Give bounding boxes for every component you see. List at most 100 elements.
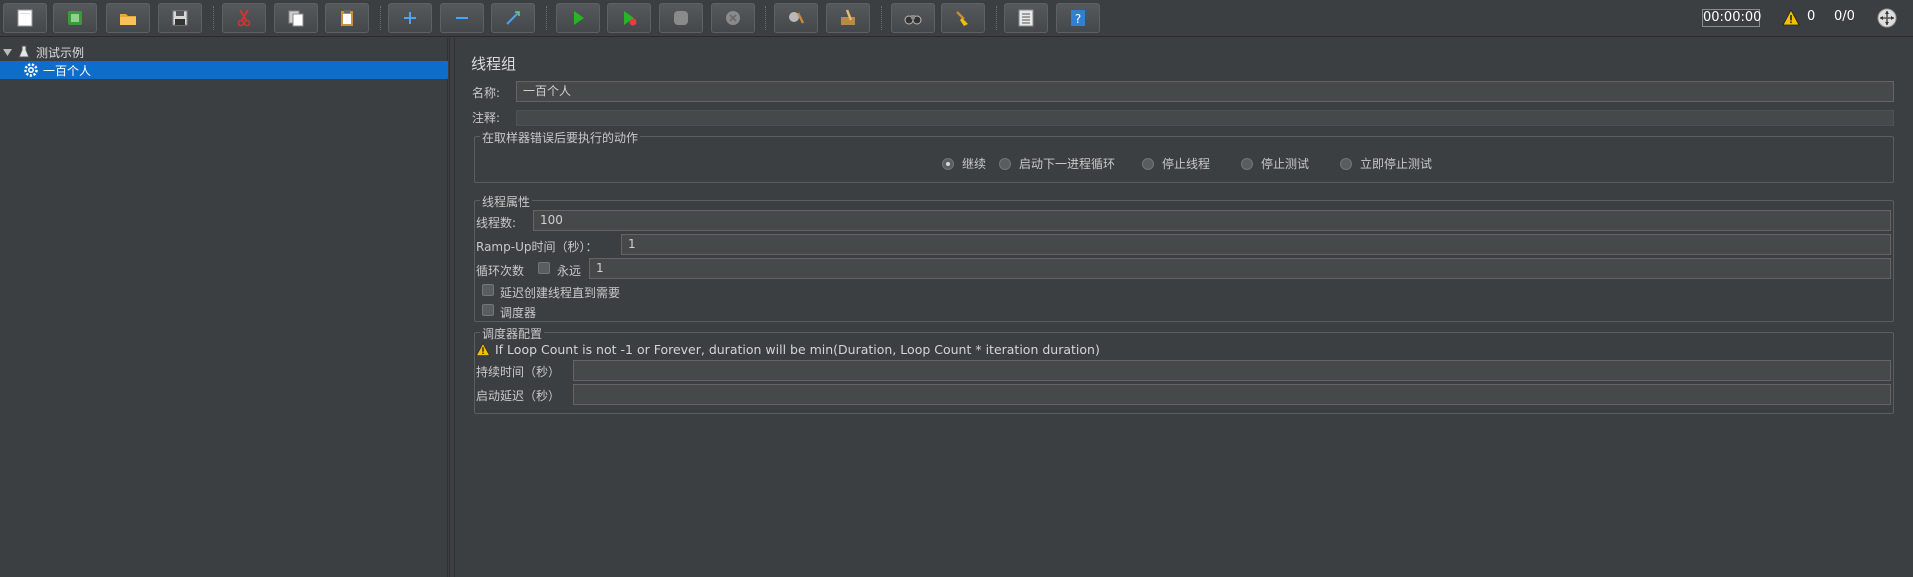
- rampup-field[interactable]: 1: [621, 234, 1891, 255]
- split-pane-divider[interactable]: [449, 38, 455, 577]
- radio-stop-thread[interactable]: 停止线程: [1142, 155, 1210, 172]
- elapsed-timer: 00:00:00: [1702, 9, 1762, 27]
- forever-label: 永远: [557, 264, 582, 278]
- gear-icon: [24, 63, 38, 77]
- loop-count-label: 循环次数: [476, 264, 525, 278]
- test-plan-icon: [18, 45, 30, 58]
- svg-text:?: ?: [1075, 12, 1081, 26]
- copy-button[interactable]: [274, 3, 318, 33]
- play-timer-icon: [624, 11, 637, 26]
- scheduler-label: 调度器: [500, 306, 537, 320]
- radio-label: 停止测试: [1261, 157, 1310, 171]
- toolbar-separator: [881, 6, 882, 30]
- toolbar-separator: [546, 6, 547, 30]
- toolbar-separator: [765, 6, 766, 30]
- main-toolbar: ? 00:00:00 0 0/0: [0, 0, 1913, 37]
- rampup-label: Ramp-Up时间（秒）：: [476, 240, 598, 254]
- duration-label: 持续时间（秒）: [476, 365, 561, 379]
- broom-icon: [956, 11, 968, 26]
- toggle-button[interactable]: [491, 3, 535, 33]
- warning-icon: [476, 343, 490, 356]
- startup-delay-field[interactable]: [573, 384, 1891, 405]
- open-button[interactable]: [106, 3, 150, 33]
- start-no-pauses-button[interactable]: [607, 3, 651, 33]
- stop-icon: [674, 11, 688, 25]
- threads-label: 线程数:: [476, 216, 517, 230]
- comment-field[interactable]: [516, 110, 1894, 126]
- scheduler-config-legend: 调度器配置: [480, 325, 545, 342]
- clear-all-button[interactable]: [826, 3, 870, 33]
- duration-field[interactable]: [573, 360, 1891, 381]
- radio-button[interactable]: [942, 157, 954, 170]
- stop-button[interactable]: [659, 3, 703, 33]
- templates-button[interactable]: [53, 3, 97, 33]
- broom-gear-icon: [789, 12, 805, 24]
- remote-engines-icon[interactable]: [1876, 7, 1898, 29]
- comment-label: 注释:: [472, 111, 501, 125]
- error-action-legend: 在取样器错误后要执行的动作: [480, 129, 641, 146]
- new-document-icon: [17, 9, 33, 27]
- scheduler-checkbox[interactable]: [482, 304, 494, 316]
- open-folder-icon: [120, 14, 136, 25]
- radio-start-next-loop[interactable]: 启动下一进程循环: [999, 155, 1115, 172]
- toolbar-separator: [380, 6, 381, 30]
- page-title: 线程组: [471, 55, 517, 73]
- thread-group-panel: 线程组 名称: 一百个人 注释: 在取样器错误后要执行的动作 继续 启动下一进程…: [456, 38, 1913, 577]
- toolbar-separator: [996, 6, 997, 30]
- scissors-icon: [237, 9, 251, 27]
- search-button[interactable]: [891, 3, 935, 33]
- radio-button[interactable]: [1340, 157, 1352, 170]
- templates-icon: [68, 11, 82, 25]
- save-button[interactable]: [158, 3, 202, 33]
- clear-button[interactable]: [774, 3, 818, 33]
- radio-stop-test-now[interactable]: 立即停止测试: [1340, 155, 1432, 172]
- warning-count: 0: [1807, 9, 1816, 24]
- help-book-icon: ?: [1071, 10, 1085, 26]
- radio-stop-test[interactable]: 停止测试: [1241, 155, 1309, 172]
- name-field[interactable]: 一百个人: [516, 81, 1894, 102]
- broom-box-icon: [841, 9, 855, 25]
- delay-thread-creation-checkbox[interactable]: [482, 284, 494, 296]
- startup-delay-label: 启动延迟（秒）: [476, 389, 561, 403]
- toolbar-separator: [213, 6, 214, 30]
- shutdown-icon: [726, 11, 740, 25]
- loop-duration-warning: If Loop Count is not -1 or Forever, dura…: [476, 342, 1100, 357]
- forever-checkbox[interactable]: [538, 262, 550, 274]
- radio-continue[interactable]: 继续: [942, 155, 986, 172]
- list-icon: [1018, 9, 1034, 27]
- expand-triangle-icon[interactable]: [3, 48, 12, 57]
- threads-field[interactable]: 100: [533, 210, 1891, 231]
- radio-button[interactable]: [1142, 157, 1154, 170]
- reset-search-button[interactable]: [941, 3, 985, 33]
- radio-button[interactable]: [1241, 157, 1253, 170]
- new-button[interactable]: [3, 3, 47, 33]
- tree-node-thread-group[interactable]: 一百个人: [0, 61, 448, 79]
- warning-icon[interactable]: [1782, 9, 1800, 27]
- clipboard-icon: [341, 10, 353, 26]
- tree-node-label: 测试示例: [36, 45, 85, 60]
- cut-button[interactable]: [222, 3, 266, 33]
- copy-icon: [288, 10, 304, 27]
- play-icon: [574, 11, 584, 25]
- expand-button[interactable]: [388, 3, 432, 33]
- tree-node-label: 一百个人: [43, 63, 92, 78]
- radio-label: 继续: [962, 157, 987, 171]
- wand-icon: [506, 11, 520, 25]
- radio-label: 启动下一进程循环: [1019, 157, 1116, 171]
- shutdown-button[interactable]: [711, 3, 755, 33]
- error-action-group: 在取样器错误后要执行的动作 继续 启动下一进程循环 停止线程 停止测试 立即停止…: [474, 129, 1894, 183]
- start-button[interactable]: [556, 3, 600, 33]
- function-helper-button[interactable]: [1004, 3, 1048, 33]
- collapse-button[interactable]: [440, 3, 484, 33]
- radio-button[interactable]: [999, 157, 1011, 170]
- plus-icon: [404, 12, 416, 24]
- tree-node-test-plan[interactable]: 测试示例: [0, 43, 448, 61]
- name-label: 名称:: [472, 86, 501, 100]
- help-button[interactable]: ?: [1056, 3, 1100, 33]
- test-plan-tree: 测试示例 一百个人: [0, 38, 448, 577]
- paste-button[interactable]: [325, 3, 369, 33]
- radio-label: 停止线程: [1162, 157, 1211, 171]
- thread-properties-legend: 线程属性: [480, 193, 533, 210]
- delay-thread-creation-label: 延迟创建线程直到需要: [500, 286, 621, 300]
- loop-count-field[interactable]: 1: [589, 258, 1891, 279]
